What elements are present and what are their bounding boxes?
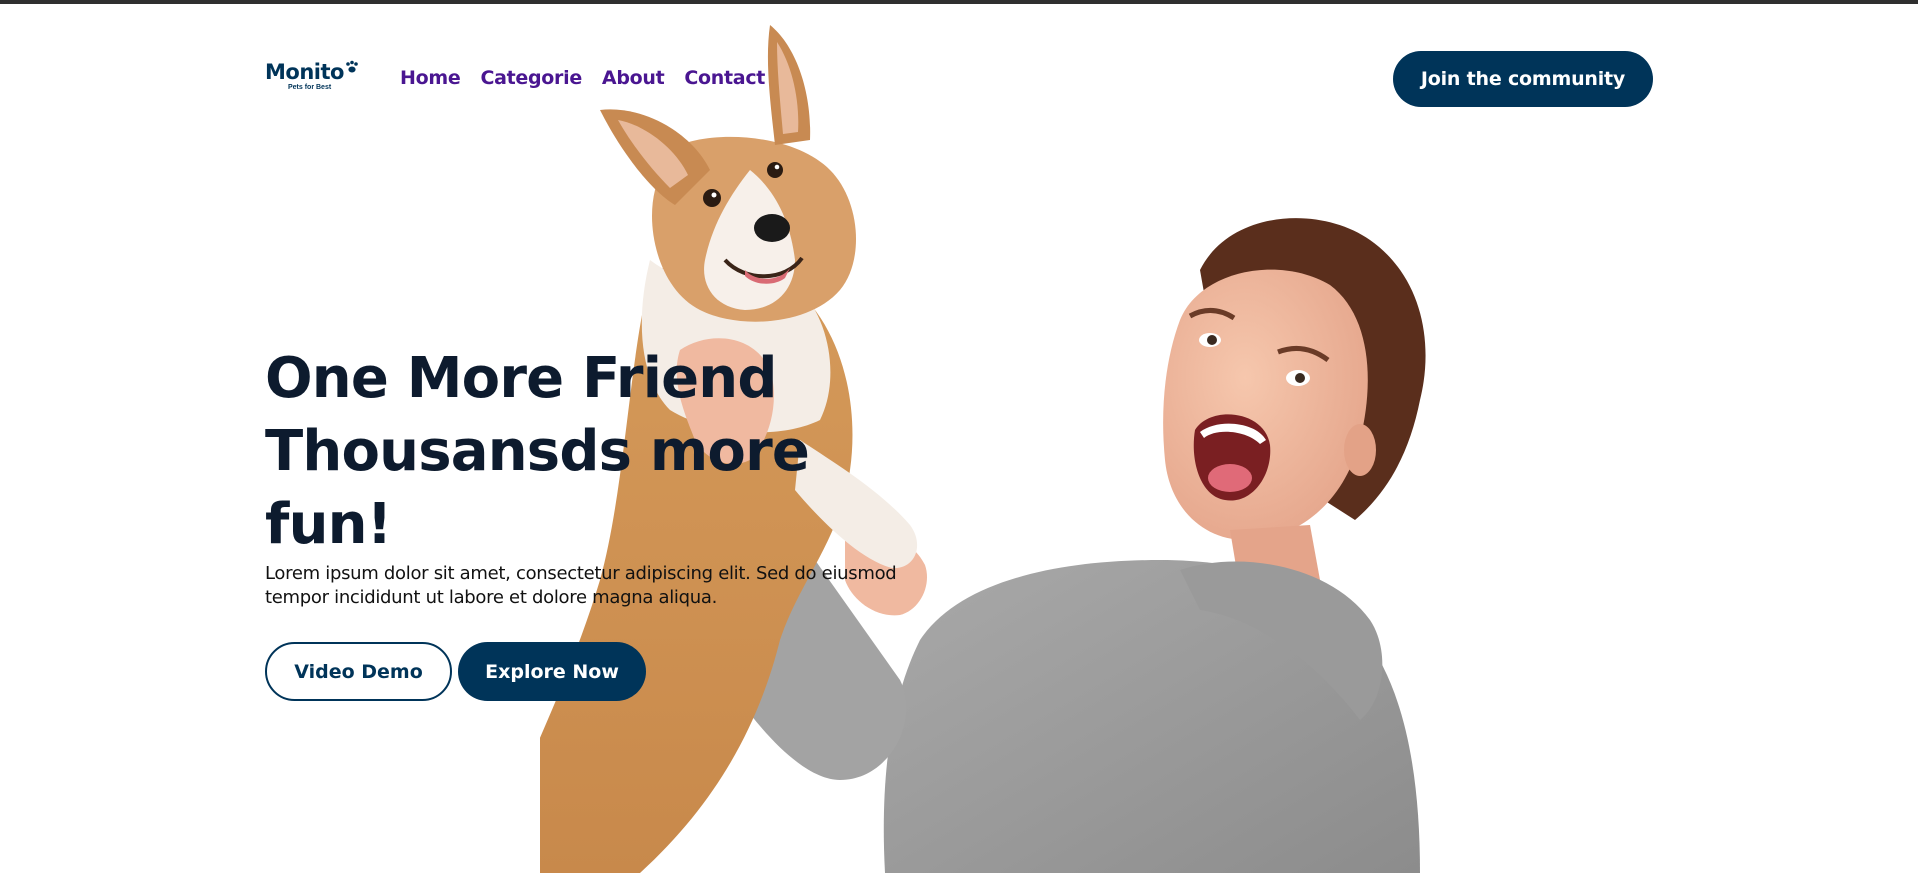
hero-headline: One More Friend Thousansds more fun! xyxy=(265,342,885,561)
hero-headline-line-2: Thousansds more xyxy=(265,419,810,484)
hero-headline-line-1: One More Friend xyxy=(265,346,777,411)
hero-actions: Video Demo Explore Now xyxy=(265,642,646,701)
window-top-border xyxy=(0,0,1918,4)
hero-description: Lorem ipsum dolor sit amet, consectetur … xyxy=(265,563,897,608)
paw-icon xyxy=(346,60,358,73)
hero-headline-line-3: fun! xyxy=(265,492,392,557)
video-demo-button[interactable]: Video Demo xyxy=(265,642,452,701)
nav-home[interactable]: Home xyxy=(400,65,461,91)
explore-now-button[interactable]: Explore Now xyxy=(458,642,646,701)
brand-tagline: Pets for Best xyxy=(288,84,332,91)
brand-logo[interactable]: Monito Pets for Best xyxy=(265,60,365,94)
brand-logo-text: Monito xyxy=(265,60,344,84)
